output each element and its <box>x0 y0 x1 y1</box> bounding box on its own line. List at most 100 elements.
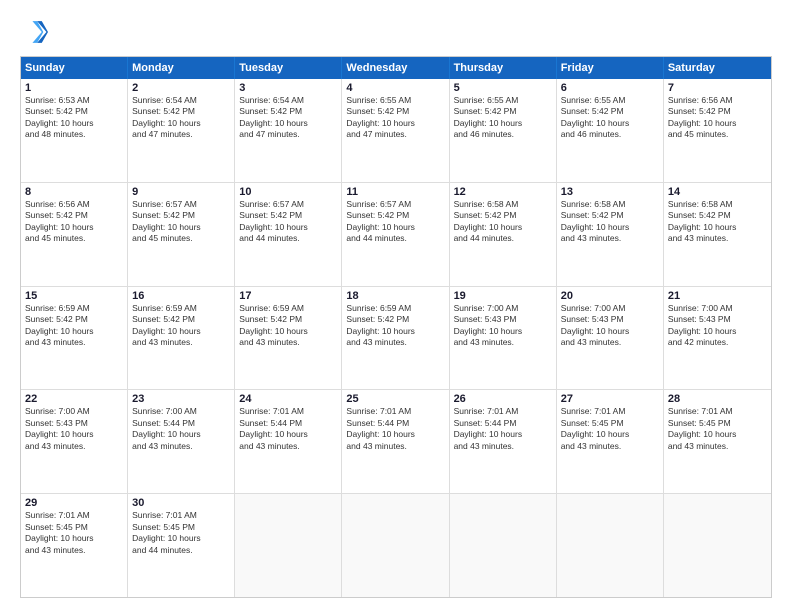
header-day-saturday: Saturday <box>664 57 771 79</box>
cal-cell: 23Sunrise: 7:00 AM Sunset: 5:44 PM Dayli… <box>128 390 235 493</box>
day-info: Sunrise: 7:01 AM Sunset: 5:45 PM Dayligh… <box>25 510 123 556</box>
day-number: 9 <box>132 186 230 198</box>
day-info: Sunrise: 6:56 AM Sunset: 5:42 PM Dayligh… <box>668 95 767 141</box>
cal-cell: 19Sunrise: 7:00 AM Sunset: 5:43 PM Dayli… <box>450 287 557 390</box>
day-info: Sunrise: 6:57 AM Sunset: 5:42 PM Dayligh… <box>239 199 337 245</box>
day-info: Sunrise: 6:53 AM Sunset: 5:42 PM Dayligh… <box>25 95 123 141</box>
day-number: 18 <box>346 290 444 302</box>
cal-cell: 5Sunrise: 6:55 AM Sunset: 5:42 PM Daylig… <box>450 79 557 182</box>
day-info: Sunrise: 6:56 AM Sunset: 5:42 PM Dayligh… <box>25 199 123 245</box>
day-number: 3 <box>239 82 337 94</box>
day-number: 4 <box>346 82 444 94</box>
header-day-tuesday: Tuesday <box>235 57 342 79</box>
calendar-row-3: 15Sunrise: 6:59 AM Sunset: 5:42 PM Dayli… <box>21 286 771 390</box>
calendar-body: 1Sunrise: 6:53 AM Sunset: 5:42 PM Daylig… <box>21 79 771 597</box>
day-number: 6 <box>561 82 659 94</box>
day-number: 2 <box>132 82 230 94</box>
calendar-row-4: 22Sunrise: 7:00 AM Sunset: 5:43 PM Dayli… <box>21 389 771 493</box>
day-number: 30 <box>132 497 230 509</box>
cal-cell: 30Sunrise: 7:01 AM Sunset: 5:45 PM Dayli… <box>128 494 235 597</box>
cal-cell: 7Sunrise: 6:56 AM Sunset: 5:42 PM Daylig… <box>664 79 771 182</box>
day-info: Sunrise: 7:01 AM Sunset: 5:45 PM Dayligh… <box>668 406 767 452</box>
cal-cell: 15Sunrise: 6:59 AM Sunset: 5:42 PM Dayli… <box>21 287 128 390</box>
day-number: 15 <box>25 290 123 302</box>
day-number: 1 <box>25 82 123 94</box>
day-info: Sunrise: 7:01 AM Sunset: 5:45 PM Dayligh… <box>132 510 230 556</box>
cal-cell: 1Sunrise: 6:53 AM Sunset: 5:42 PM Daylig… <box>21 79 128 182</box>
day-info: Sunrise: 6:55 AM Sunset: 5:42 PM Dayligh… <box>561 95 659 141</box>
cal-cell: 28Sunrise: 7:01 AM Sunset: 5:45 PM Dayli… <box>664 390 771 493</box>
day-number: 28 <box>668 393 767 405</box>
cal-cell: 10Sunrise: 6:57 AM Sunset: 5:42 PM Dayli… <box>235 183 342 286</box>
cal-cell: 20Sunrise: 7:00 AM Sunset: 5:43 PM Dayli… <box>557 287 664 390</box>
day-info: Sunrise: 6:54 AM Sunset: 5:42 PM Dayligh… <box>239 95 337 141</box>
day-number: 11 <box>346 186 444 198</box>
cal-cell: 16Sunrise: 6:59 AM Sunset: 5:42 PM Dayli… <box>128 287 235 390</box>
logo <box>20 18 52 46</box>
cal-cell: 4Sunrise: 6:55 AM Sunset: 5:42 PM Daylig… <box>342 79 449 182</box>
day-info: Sunrise: 6:59 AM Sunset: 5:42 PM Dayligh… <box>132 303 230 349</box>
cal-cell: 26Sunrise: 7:01 AM Sunset: 5:44 PM Dayli… <box>450 390 557 493</box>
day-number: 20 <box>561 290 659 302</box>
day-number: 29 <box>25 497 123 509</box>
day-number: 27 <box>561 393 659 405</box>
day-number: 8 <box>25 186 123 198</box>
day-info: Sunrise: 7:01 AM Sunset: 5:45 PM Dayligh… <box>561 406 659 452</box>
cal-cell: 3Sunrise: 6:54 AM Sunset: 5:42 PM Daylig… <box>235 79 342 182</box>
day-info: Sunrise: 6:58 AM Sunset: 5:42 PM Dayligh… <box>668 199 767 245</box>
cal-cell: 12Sunrise: 6:58 AM Sunset: 5:42 PM Dayli… <box>450 183 557 286</box>
day-number: 22 <box>25 393 123 405</box>
day-number: 17 <box>239 290 337 302</box>
calendar: SundayMondayTuesdayWednesdayThursdayFrid… <box>20 56 772 598</box>
day-info: Sunrise: 6:57 AM Sunset: 5:42 PM Dayligh… <box>346 199 444 245</box>
header-day-monday: Monday <box>128 57 235 79</box>
cal-cell: 14Sunrise: 6:58 AM Sunset: 5:42 PM Dayli… <box>664 183 771 286</box>
day-info: Sunrise: 6:59 AM Sunset: 5:42 PM Dayligh… <box>25 303 123 349</box>
day-info: Sunrise: 6:58 AM Sunset: 5:42 PM Dayligh… <box>454 199 552 245</box>
day-number: 14 <box>668 186 767 198</box>
cal-cell: 11Sunrise: 6:57 AM Sunset: 5:42 PM Dayli… <box>342 183 449 286</box>
cal-cell <box>450 494 557 597</box>
day-info: Sunrise: 6:54 AM Sunset: 5:42 PM Dayligh… <box>132 95 230 141</box>
header <box>20 18 772 46</box>
day-info: Sunrise: 7:01 AM Sunset: 5:44 PM Dayligh… <box>239 406 337 452</box>
day-info: Sunrise: 7:00 AM Sunset: 5:43 PM Dayligh… <box>25 406 123 452</box>
cal-cell: 18Sunrise: 6:59 AM Sunset: 5:42 PM Dayli… <box>342 287 449 390</box>
day-info: Sunrise: 7:00 AM Sunset: 5:43 PM Dayligh… <box>561 303 659 349</box>
calendar-header: SundayMondayTuesdayWednesdayThursdayFrid… <box>21 57 771 79</box>
day-info: Sunrise: 6:57 AM Sunset: 5:42 PM Dayligh… <box>132 199 230 245</box>
cal-cell: 2Sunrise: 6:54 AM Sunset: 5:42 PM Daylig… <box>128 79 235 182</box>
day-number: 23 <box>132 393 230 405</box>
cal-cell: 24Sunrise: 7:01 AM Sunset: 5:44 PM Dayli… <box>235 390 342 493</box>
cal-cell: 21Sunrise: 7:00 AM Sunset: 5:43 PM Dayli… <box>664 287 771 390</box>
header-day-sunday: Sunday <box>21 57 128 79</box>
cal-cell <box>664 494 771 597</box>
day-info: Sunrise: 7:00 AM Sunset: 5:43 PM Dayligh… <box>454 303 552 349</box>
header-day-friday: Friday <box>557 57 664 79</box>
cal-cell <box>342 494 449 597</box>
day-number: 24 <box>239 393 337 405</box>
cal-cell: 29Sunrise: 7:01 AM Sunset: 5:45 PM Dayli… <box>21 494 128 597</box>
cal-cell: 17Sunrise: 6:59 AM Sunset: 5:42 PM Dayli… <box>235 287 342 390</box>
day-info: Sunrise: 6:58 AM Sunset: 5:42 PM Dayligh… <box>561 199 659 245</box>
cal-cell: 22Sunrise: 7:00 AM Sunset: 5:43 PM Dayli… <box>21 390 128 493</box>
day-number: 12 <box>454 186 552 198</box>
page: SundayMondayTuesdayWednesdayThursdayFrid… <box>0 0 792 612</box>
cal-cell: 25Sunrise: 7:01 AM Sunset: 5:44 PM Dayli… <box>342 390 449 493</box>
cal-cell: 8Sunrise: 6:56 AM Sunset: 5:42 PM Daylig… <box>21 183 128 286</box>
cal-cell: 6Sunrise: 6:55 AM Sunset: 5:42 PM Daylig… <box>557 79 664 182</box>
day-number: 21 <box>668 290 767 302</box>
calendar-row-5: 29Sunrise: 7:01 AM Sunset: 5:45 PM Dayli… <box>21 493 771 597</box>
day-number: 25 <box>346 393 444 405</box>
cal-cell <box>557 494 664 597</box>
cal-cell <box>235 494 342 597</box>
day-number: 16 <box>132 290 230 302</box>
day-number: 10 <box>239 186 337 198</box>
header-day-wednesday: Wednesday <box>342 57 449 79</box>
header-day-thursday: Thursday <box>450 57 557 79</box>
day-info: Sunrise: 6:59 AM Sunset: 5:42 PM Dayligh… <box>346 303 444 349</box>
day-number: 19 <box>454 290 552 302</box>
calendar-row-2: 8Sunrise: 6:56 AM Sunset: 5:42 PM Daylig… <box>21 182 771 286</box>
calendar-row-1: 1Sunrise: 6:53 AM Sunset: 5:42 PM Daylig… <box>21 79 771 182</box>
day-number: 26 <box>454 393 552 405</box>
